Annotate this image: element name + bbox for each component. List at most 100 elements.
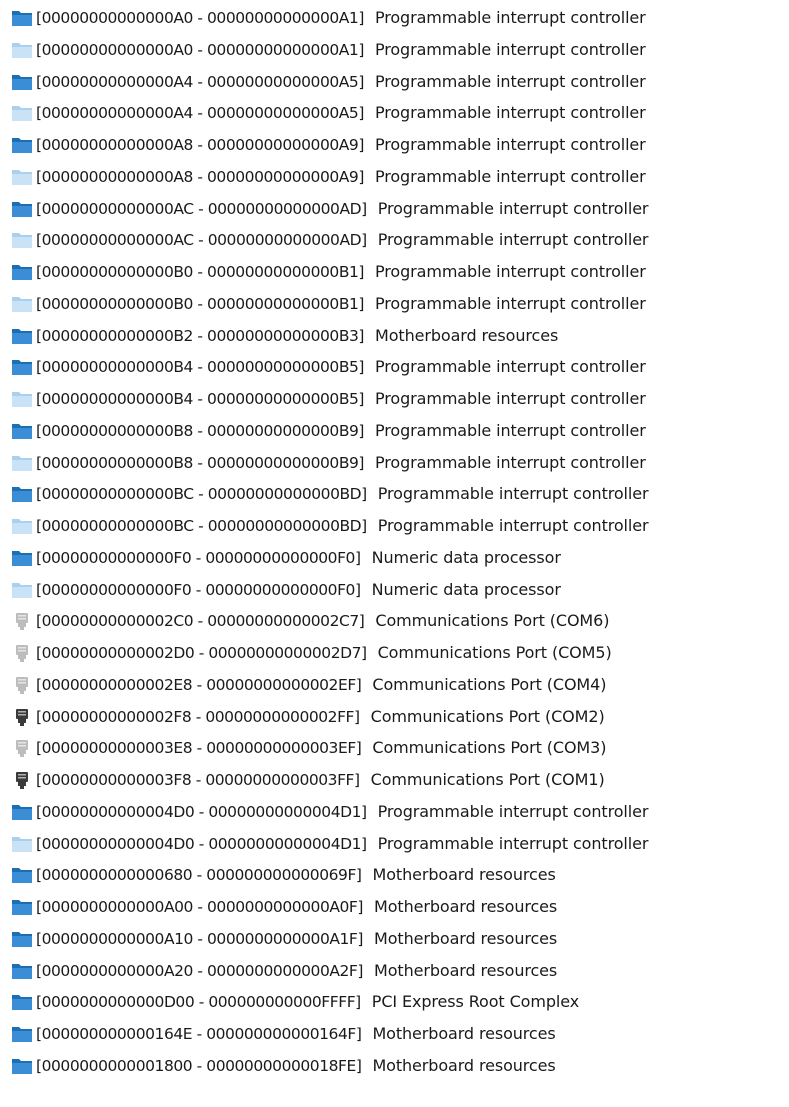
resource-row[interactable]: [00000000000000A4 - 00000000000000A5] Pro… (0, 98, 789, 129)
resource-row[interactable]: [00000000000003E8 - 00000000000003EF] Com… (0, 733, 789, 764)
resource-description: Programmable interrupt controller (374, 135, 646, 154)
resource-range: [0000000000000680 - 000000000000069F] (36, 866, 362, 885)
folder-icon (11, 231, 33, 250)
resource-row[interactable]: [00000000000000A0 - 00000000000000A1] Pro… (0, 35, 789, 66)
resource-row[interactable]: [0000000000000A10 - 0000000000000A1F] Mot… (0, 924, 789, 955)
resource-description: Motherboard resources (374, 897, 558, 916)
resource-text: [0000000000001800 - 00000000000018FE] Mot… (36, 1054, 556, 1078)
resource-row[interactable]: [00000000000000AC - 00000000000000AD] Pro… (0, 194, 789, 225)
resource-text: [0000000000000A00 - 0000000000000A0F] Mot… (36, 895, 557, 919)
folder-icon (11, 168, 33, 187)
resource-description: Programmable interrupt controller (374, 71, 646, 91)
resource-text: [00000000000000A4 - 00000000000000A5] Pro… (36, 70, 646, 94)
resource-text: [0000000000000A20 - 0000000000000A2F] Mot… (36, 959, 557, 983)
resource-description: PCI Express Root Complex (371, 992, 580, 1012)
resource-range: [00000000000000A8 - 00000000000000A9] (36, 136, 364, 154)
folder-icon (11, 835, 33, 854)
resource-range: [00000000000000BC - 00000000000000BD] (36, 485, 367, 504)
folder-icon (11, 1057, 33, 1076)
resource-text: [00000000000000AC - 00000000000000AD] Pro… (36, 197, 649, 221)
resource-row[interactable]: [00000000000000B8 - 00000000000000B9] Pro… (0, 448, 789, 479)
resource-row[interactable]: [00000000000000B8 - 00000000000000B9] Pro… (0, 416, 789, 447)
resource-row[interactable]: [00000000000000BC - 00000000000000BD] Pro… (0, 511, 789, 542)
resource-text: [0000000000000D00 - 000000000000FFFF] PCI… (36, 990, 579, 1014)
resource-row[interactable]: [00000000000000A8 - 00000000000000A9] Pro… (0, 130, 789, 161)
resource-range: [0000000000001800 - 00000000000018FE] (36, 1056, 362, 1075)
resource-text: [00000000000002D0 - 00000000000002D7] Com… (36, 641, 612, 665)
resource-row[interactable]: [00000000000002F8 - 00000000000002FF] Com… (0, 702, 789, 733)
resource-description: Programmable interrupt controller (377, 484, 649, 504)
resource-row[interactable]: [00000000000000B0 - 00000000000000B1] Pro… (0, 257, 789, 288)
resource-row[interactable]: [00000000000004D0 - 00000000000004D1] Pro… (0, 829, 789, 860)
resource-row[interactable]: [0000000000000680 - 000000000000069F] Mot… (0, 860, 789, 891)
resource-text: [000000000000164E - 000000000000164F] Mot… (36, 1022, 556, 1046)
resource-row[interactable]: [00000000000000B4 - 00000000000000B5] Pro… (0, 352, 789, 383)
resource-row[interactable]: [00000000000000F0 - 00000000000000F0] Num… (0, 575, 789, 606)
resource-row[interactable]: [00000000000002D0 - 00000000000002D7] Com… (0, 638, 789, 669)
resource-description: Communications Port (COM2) (370, 706, 605, 726)
resource-description: Communications Port (COM1) (370, 770, 605, 789)
resource-row[interactable]: [00000000000000B0 - 00000000000000B1] Pro… (0, 289, 789, 320)
resource-range: [00000000000000B8 - 00000000000000B9] (36, 421, 365, 440)
serial-port-icon (11, 644, 33, 663)
resource-range: [000000000000164E - 000000000000164F] (36, 1025, 362, 1043)
resource-row[interactable]: [00000000000002C0 - 00000000000002C7] Com… (0, 606, 789, 637)
resource-text: [00000000000000F0 - 00000000000000F0] Num… (36, 578, 561, 602)
resource-row[interactable]: [000000000000164E - 000000000000164F] Mot… (0, 1019, 789, 1050)
resource-row[interactable]: [00000000000002E8 - 00000000000002EF] Com… (0, 670, 789, 701)
resource-row[interactable]: [0000000000000A00 - 0000000000000A0F] Mot… (0, 892, 789, 923)
resource-text: [00000000000000B0 - 00000000000000B1] Pro… (36, 292, 646, 316)
resource-text: [00000000000004D0 - 00000000000004D1] Pro… (36, 832, 648, 856)
resource-row[interactable]: [00000000000003F8 - 00000000000003FF] Com… (0, 765, 789, 796)
resource-description: Programmable interrupt controller (374, 39, 646, 59)
resource-row[interactable]: [0000000000000A20 - 0000000000000A2F] Mot… (0, 956, 789, 987)
folder-icon (11, 358, 33, 377)
folder-icon (11, 9, 33, 28)
resource-range: [0000000000000A00 - 0000000000000A0F] (36, 898, 363, 916)
folder-icon (11, 422, 33, 441)
resource-row[interactable]: [00000000000000B4 - 00000000000000B5] Pro… (0, 384, 789, 415)
resource-range: [00000000000000B4 - 00000000000000B5] (36, 390, 365, 408)
resource-range: [00000000000002E8 - 00000000000002EF] (36, 675, 362, 694)
resource-row[interactable]: [00000000000004D0 - 00000000000004D1] Pro… (0, 797, 789, 828)
resource-row[interactable]: [00000000000000AC - 00000000000000AD] Pro… (0, 225, 789, 256)
resource-range: [00000000000000B8 - 00000000000000B9] (36, 453, 365, 472)
resource-description: Programmable interrupt controller (377, 833, 649, 853)
resource-row[interactable]: [00000000000000BC - 00000000000000BD] Pro… (0, 479, 789, 510)
folder-icon (11, 930, 33, 949)
resource-range: [00000000000000B0 - 00000000000000B1] (36, 263, 365, 281)
resource-row[interactable]: [0000000000001800 - 00000000000018FE] Mot… (0, 1051, 789, 1082)
resource-range: [00000000000000A4 - 00000000000000A5] (36, 72, 364, 91)
resource-range: [00000000000000A0 - 00000000000000A1] (36, 40, 364, 59)
resource-row[interactable]: [00000000000000A8 - 00000000000000A9] Pro… (0, 162, 789, 193)
resource-description: Motherboard resources (374, 928, 558, 948)
resource-row[interactable]: [00000000000000A0 - 00000000000000A1] Pro… (0, 3, 789, 34)
resource-text: [00000000000000A0 - 00000000000000A1] Pro… (36, 38, 646, 62)
serial-port-icon (11, 708, 33, 727)
resource-text: [00000000000000A8 - 00000000000000A9] Pro… (36, 133, 646, 157)
resource-range: [00000000000002D0 - 00000000000002D7] (36, 644, 367, 662)
resource-range: [00000000000002C0 - 00000000000002C7] (36, 612, 365, 631)
resource-range: [00000000000000A8 - 00000000000000A9] (36, 167, 364, 186)
resource-range: [00000000000000A0 - 00000000000000A1] (36, 9, 364, 27)
resource-text: [00000000000000A0 - 00000000000000A1] Pro… (36, 6, 646, 30)
resource-range: [00000000000000B2 - 00000000000000B3] (36, 326, 365, 345)
resource-range: [0000000000000A10 - 0000000000000A1F] (36, 929, 363, 948)
resource-row[interactable]: [00000000000000B2 - 00000000000000B3] Mot… (0, 321, 789, 352)
resource-range: [00000000000000F0 - 00000000000000F0] (36, 548, 361, 567)
resource-text: [00000000000000A8 - 00000000000000A9] Pro… (36, 165, 646, 189)
resource-description: Programmable interrupt controller (377, 198, 649, 218)
resource-description: Programmable interrupt controller (374, 103, 646, 123)
folder-icon (11, 581, 33, 600)
folder-icon (11, 390, 33, 409)
resource-description: Programmable interrupt controller (375, 452, 646, 472)
serial-port-icon (11, 771, 33, 790)
resource-text: [00000000000000BC - 00000000000000BD] Pro… (36, 482, 649, 506)
resource-row[interactable]: [00000000000000F0 - 00000000000000F0] Num… (0, 543, 789, 574)
resource-description: Numeric data processor (371, 579, 561, 599)
resource-row[interactable]: [00000000000000A4 - 00000000000000A5] Pro… (0, 67, 789, 98)
resource-row[interactable]: [0000000000000D00 - 000000000000FFFF] PCI… (0, 987, 789, 1018)
resource-text: [00000000000002C0 - 00000000000002C7] Com… (36, 609, 609, 633)
folder-icon (11, 485, 33, 504)
resource-description: Communications Port (COM3) (372, 738, 607, 758)
